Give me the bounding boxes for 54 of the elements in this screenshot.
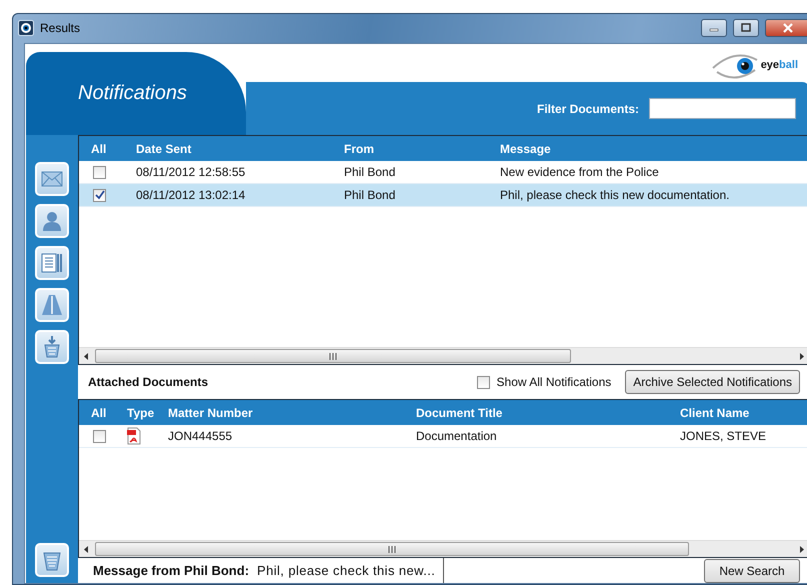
page-title: Notifications — [26, 52, 246, 135]
column-header[interactable]: Client Name — [680, 404, 800, 422]
section-title: Attached Documents — [88, 374, 208, 391]
checkbox-label[interactable]: Show All Notifications — [496, 373, 612, 391]
scrollbar[interactable] — [79, 347, 807, 364]
maximize-button[interactable] — [733, 18, 759, 36]
column-header[interactable]: Document Title — [416, 404, 680, 422]
sidebar-button[interactable] — [35, 204, 69, 238]
column-header[interactable]: Message — [500, 140, 700, 158]
filter-label: Filter Documents: — [536, 100, 639, 118]
sidebar-button[interactable] — [35, 246, 69, 280]
pdf-icon — [127, 427, 141, 446]
checkbox[interactable] — [93, 166, 106, 178]
column-header[interactable]: Date Sent — [136, 140, 344, 158]
sidebar-button[interactable] — [35, 543, 69, 577]
checkbox[interactable] — [476, 376, 490, 388]
table-cell-text: New evidence from the Police — [500, 164, 660, 181]
table-row[interactable]: 08/11/2012 13:02:14 Phil Bond Phil, please check this new documentation. — [79, 184, 807, 207]
logo: eyeball — [710, 50, 798, 80]
new-search-button[interactable]: New Search — [704, 558, 800, 582]
column-header[interactable]: Matter Number — [168, 404, 416, 422]
sidebar-button[interactable] — [35, 162, 69, 196]
table-cell-text: Phil Bond — [344, 164, 396, 181]
column-header[interactable]: All — [91, 404, 127, 422]
checkbox[interactable] — [93, 188, 106, 202]
table-cell-text: 08/11/2012 12:58:55 — [136, 164, 246, 181]
scrollbar-thumb[interactable] — [95, 542, 689, 556]
scrollbar[interactable] — [79, 540, 807, 557]
checkbox[interactable] — [93, 430, 106, 442]
table-cell-text: JON444555 — [168, 428, 234, 445]
sidebar-button[interactable] — [35, 288, 69, 322]
column-header[interactable]: All — [91, 140, 136, 158]
table-cell-text: JONES, STEVE — [680, 428, 768, 445]
table-cell-text: Phil Bond — [344, 187, 396, 204]
close-button[interactable] — [765, 18, 807, 36]
column-header[interactable]: Type — [127, 404, 168, 422]
filter-field[interactable] — [649, 98, 796, 119]
person-icon — [40, 209, 64, 233]
table-cell-text: Phil, please check this new documentation. — [500, 187, 730, 204]
document-icon — [40, 251, 64, 275]
minimize-button[interactable] — [701, 18, 727, 36]
sidebar-button[interactable] — [35, 330, 69, 364]
maximize-icon[interactable] — [741, 23, 751, 32]
window-title: Results — [40, 20, 80, 36]
close-icon[interactable] — [783, 22, 793, 32]
column-header[interactable]: From — [344, 140, 500, 158]
status-message: Phil, please check this new... — [249, 558, 444, 583]
table-cell-text: Documentation — [416, 428, 498, 445]
app-icon — [18, 20, 34, 36]
status-label: Message from Phil Bond: — [92, 562, 250, 580]
road-icon — [40, 293, 64, 317]
archive-button[interactable]: Archive Selected Notifications — [625, 370, 800, 394]
scrollbar-thumb[interactable] — [95, 349, 571, 363]
table-cell-text: 08/11/2012 13:02:14 — [136, 187, 246, 204]
